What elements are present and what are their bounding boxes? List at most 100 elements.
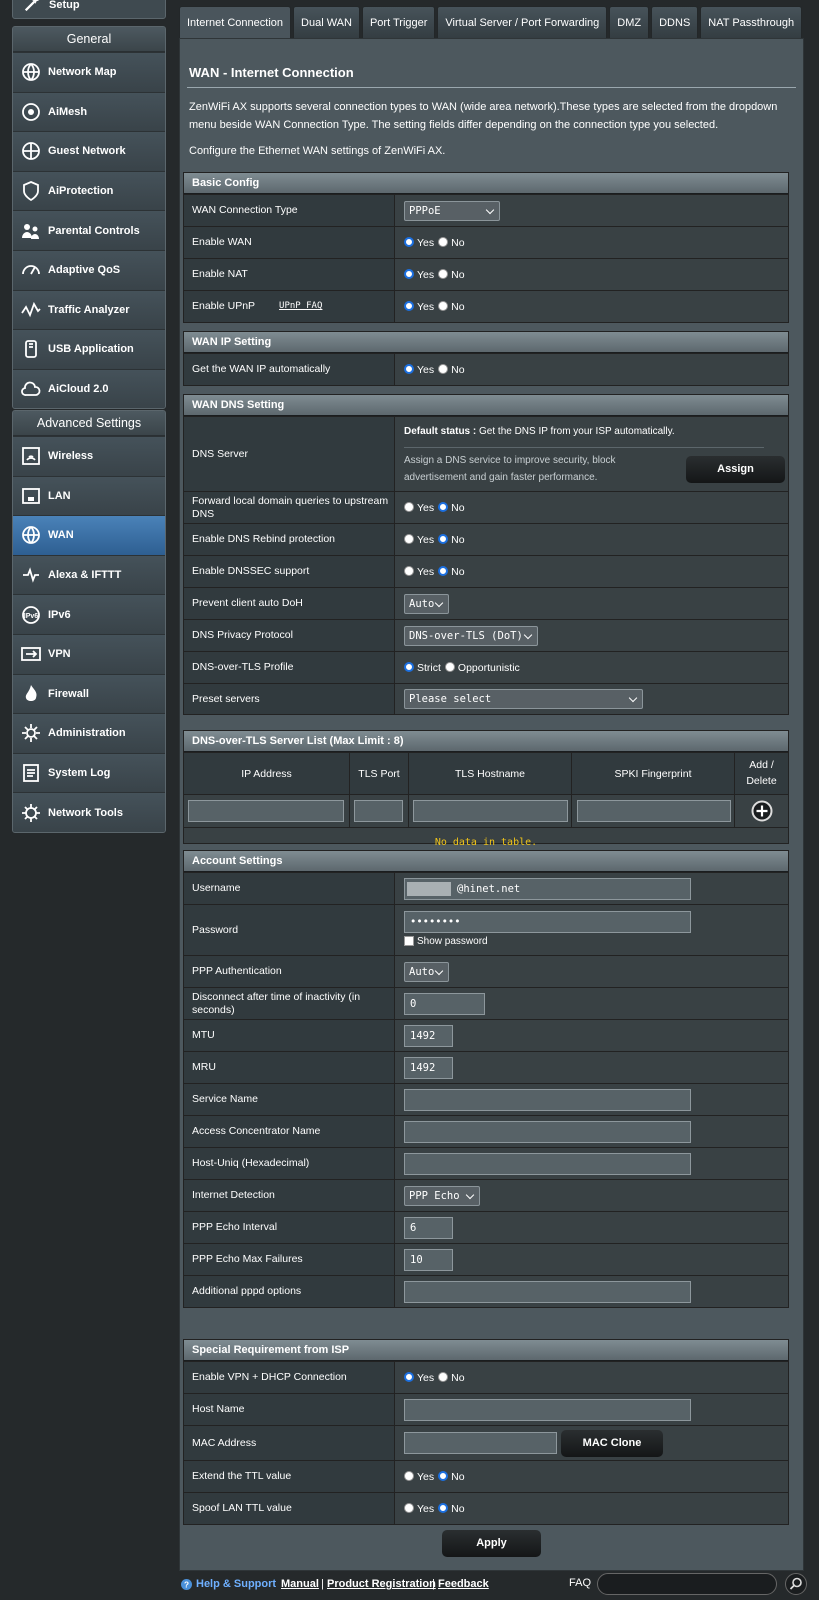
tab-internet-connection[interactable]: Internet Connection (179, 6, 292, 38)
sidebar-item-aicloud-2-0[interactable]: AiCloud 2.0 (13, 368, 165, 409)
table-row: PPP Echo Interval 6 (184, 1211, 788, 1243)
sidebar-item-label: WAN (48, 529, 74, 542)
prevent-doh-select[interactable]: Auto (404, 593, 449, 614)
sidebar-item-guest-network[interactable]: Guest Network (13, 131, 165, 171)
enable-upnp-yes-radio[interactable] (404, 300, 414, 311)
table-row: MRU 1492 (184, 1051, 788, 1083)
mru-input[interactable]: 1492 (404, 1056, 453, 1079)
add-plus-icon[interactable] (751, 800, 773, 822)
tab-dmz[interactable]: DMZ (609, 6, 650, 38)
dot-strict-radio[interactable] (404, 661, 414, 672)
vpn-dhcp-no-radio[interactable] (438, 1371, 449, 1382)
help-support-link[interactable]: Help & Support (196, 1578, 276, 1590)
mac-address-input[interactable] (404, 1432, 557, 1454)
service-name-input[interactable] (404, 1088, 691, 1111)
pppd-options-input[interactable] (404, 1280, 691, 1303)
dot-spki-input[interactable] (577, 800, 731, 822)
extend-ttl-no-radio[interactable] (438, 1470, 449, 1481)
dnssec-no-radio[interactable] (438, 565, 449, 576)
sidebar-item-administration[interactable]: Administration (13, 713, 165, 753)
sidebar-item-label: Network Tools (48, 806, 123, 819)
sidebar-item-wan[interactable]: WAN (13, 515, 165, 555)
column-header: Add / Delete (746, 759, 777, 787)
sidebar-item-aiprotection[interactable]: AiProtection (13, 170, 165, 211)
sidebar-item-wireless[interactable]: Wireless (13, 436, 165, 476)
assign-button[interactable]: Assign (686, 456, 785, 483)
ppp-echo-failures-input[interactable]: 10 (404, 1248, 453, 1271)
apply-button[interactable]: Apply (442, 1530, 541, 1557)
enable-upnp-no-radio[interactable] (438, 300, 449, 311)
table-row: Get the WAN IP automatically Yes No (184, 353, 788, 385)
dot-port-input[interactable] (354, 800, 403, 822)
sidebar-item-vpn[interactable]: VPN (13, 633, 165, 674)
forward-dns-yes-radio[interactable] (404, 501, 414, 512)
sidebar-item-ipv6[interactable]: IPv6 IPv6 (13, 594, 165, 634)
dns-rebind-no-radio[interactable] (438, 533, 449, 544)
enable-nat-no-radio[interactable] (438, 268, 449, 279)
faq-search-button[interactable] (785, 1573, 807, 1595)
sidebar-item-setup[interactable]: Setup (12, 0, 166, 19)
sidebar-item-system-log[interactable]: System Log (13, 752, 165, 793)
traffic-analyzer-icon (21, 301, 41, 318)
sidebar-item-label: Alexa & IFTTT (48, 569, 122, 582)
tab-nat-passthrough[interactable]: NAT Passthrough (700, 6, 803, 38)
forward-dns-no-radio[interactable] (438, 501, 449, 512)
tab-virtual-server[interactable]: Virtual Server / Port Forwarding (437, 6, 608, 38)
tab-dual-wan[interactable]: Dual WAN (293, 6, 360, 38)
preset-servers-select[interactable]: Please select (404, 689, 643, 709)
show-password-checkbox[interactable] (404, 936, 414, 947)
internet-detection-select[interactable]: PPP Echo (404, 1185, 480, 1206)
password-input[interactable]: •••••••• (404, 911, 691, 933)
table-row: Enable WAN Yes No (184, 226, 788, 258)
host-name-input[interactable] (404, 1398, 691, 1421)
idle-timeout-input[interactable]: 0 (404, 992, 485, 1015)
sidebar-item-traffic-analyzer[interactable]: Traffic Analyzer (13, 289, 165, 330)
sidebar-item-label: Traffic Analyzer (48, 303, 130, 316)
sidebar-item-aimesh[interactable]: AiMesh (13, 91, 165, 132)
sidebar-item-alexa-ifttt[interactable]: Alexa & IFTTT (13, 554, 165, 595)
ppp-echo-interval-input[interactable]: 6 (404, 1216, 453, 1239)
wan-ip-auto-no-radio[interactable] (438, 363, 449, 374)
manual-link[interactable]: Manual (281, 1578, 319, 1590)
account-settings-table: Account Settings Username @hinet.net Pas… (183, 850, 789, 1308)
dns-privacy-protocol-select[interactable]: DNS-over-TLS (DoT) (404, 625, 538, 646)
mtu-input[interactable]: 1492 (404, 1024, 453, 1047)
dot-ip-input[interactable] (188, 800, 344, 822)
extend-ttl-yes-radio[interactable] (404, 1470, 414, 1481)
faq-search-input[interactable] (597, 1573, 777, 1595)
host-uniq-input[interactable] (404, 1152, 691, 1175)
spoof-ttl-no-radio[interactable] (438, 1502, 449, 1513)
tab-ddns[interactable]: DDNS (651, 6, 699, 38)
sidebar-item-usb-application[interactable]: USB Application (13, 329, 165, 369)
enable-wan-no-radio[interactable] (438, 236, 449, 247)
dns-rebind-yes-radio[interactable] (404, 533, 414, 544)
sidebar-item-parental-controls[interactable]: Parental Controls (13, 210, 165, 250)
mac-clone-button[interactable]: MAC Clone (561, 1429, 663, 1457)
sidebar-item-network-map[interactable]: Network Map (13, 52, 165, 92)
sidebar-item-adaptive-qos[interactable]: Adaptive QoS (13, 249, 165, 290)
vpn-dhcp-yes-radio[interactable] (404, 1371, 414, 1382)
upnp-faq-link[interactable]: UPnP FAQ (279, 300, 322, 313)
feedback-link[interactable]: Feedback (438, 1578, 489, 1590)
sidebar-item-network-tools[interactable]: Network Tools (13, 792, 165, 832)
enable-wan-yes-radio[interactable] (404, 236, 414, 247)
dnssec-yes-radio[interactable] (404, 565, 414, 576)
product-registration-link[interactable]: Product Registration (327, 1578, 436, 1590)
enable-nat-yes-radio[interactable] (404, 268, 414, 279)
sidebar-item-lan[interactable]: LAN (13, 475, 165, 516)
table-row: Prevent client auto DoH Auto (184, 587, 788, 619)
spoof-ttl-yes-radio[interactable] (404, 1502, 414, 1513)
access-concentrator-input[interactable] (404, 1120, 691, 1143)
table-row: Enable DNS Rebind protection Yes No (184, 523, 788, 555)
wan-connection-type-select[interactable]: PPPoE (404, 200, 500, 221)
ppp-auth-select[interactable]: Auto (404, 961, 449, 982)
special-requirement-table: Special Requirement from ISP Enable VPN … (183, 1339, 789, 1525)
dot-opportunistic-radio[interactable] (444, 661, 455, 672)
table-row: MAC Address MAC Clone (184, 1425, 788, 1460)
column-header: SPKI Fingerprint (572, 753, 735, 794)
wan-ip-auto-yes-radio[interactable] (404, 363, 414, 374)
row-label: Internet Detection (184, 1180, 395, 1211)
dot-hostname-input[interactable] (413, 800, 568, 822)
sidebar-item-firewall[interactable]: Firewall (13, 673, 165, 714)
tab-port-trigger[interactable]: Port Trigger (361, 6, 436, 38)
